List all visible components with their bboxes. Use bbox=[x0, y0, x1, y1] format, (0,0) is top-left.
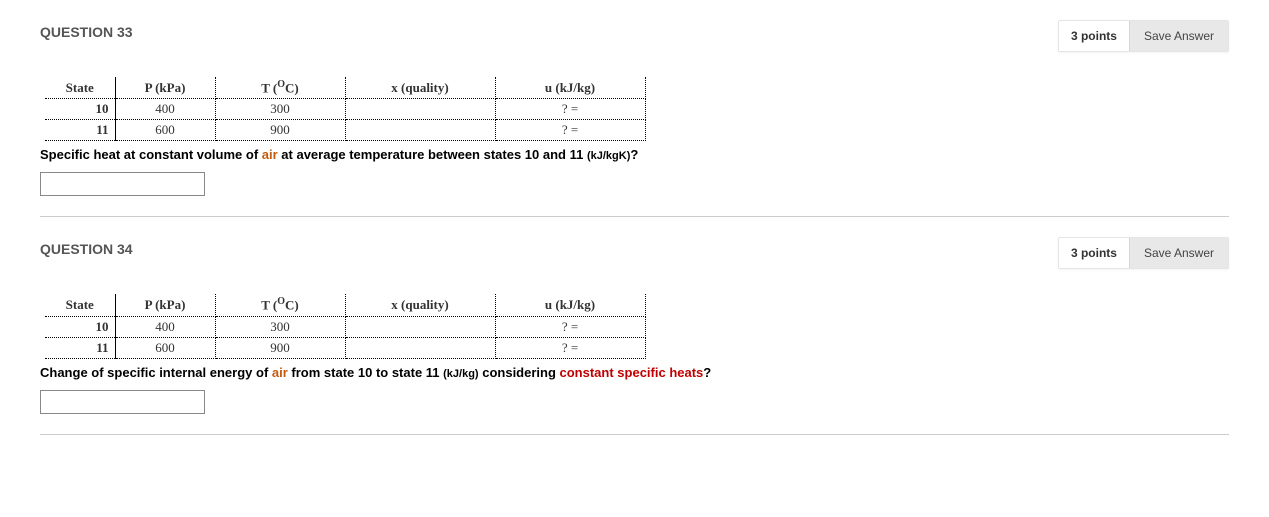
cell-u: ? = bbox=[495, 120, 645, 141]
question-34: QUESTION 34 3 points Save Answer State P… bbox=[40, 237, 1229, 434]
th-u: u (kJ/kg) bbox=[495, 294, 645, 316]
cell-u: ? = bbox=[495, 99, 645, 120]
cell-t: 300 bbox=[215, 99, 345, 120]
th-state: State bbox=[45, 294, 115, 316]
points-label: 3 points bbox=[1059, 238, 1129, 268]
th-t-post: C) bbox=[285, 298, 299, 313]
cell-p: 400 bbox=[115, 99, 215, 120]
question-number: QUESTION 33 bbox=[40, 20, 1058, 40]
cell-state: 11 bbox=[45, 337, 115, 358]
prompt-accent-csh: constant specific heats bbox=[560, 365, 704, 380]
th-t-pre: T ( bbox=[261, 298, 277, 313]
cell-t: 300 bbox=[215, 316, 345, 337]
question-header: QUESTION 33 3 points Save Answer bbox=[40, 20, 1229, 52]
prompt-part: Change of specific internal energy of bbox=[40, 365, 272, 380]
save-answer-button[interactable]: Save Answer bbox=[1129, 21, 1228, 51]
cell-t: 900 bbox=[215, 337, 345, 358]
cell-t: 900 bbox=[215, 120, 345, 141]
points-box: 3 points Save Answer bbox=[1058, 237, 1229, 269]
prompt-unit: (kJ/kg) bbox=[443, 368, 478, 380]
question-33: QUESTION 33 3 points Save Answer State P… bbox=[40, 20, 1229, 217]
answer-input[interactable] bbox=[40, 172, 205, 196]
cell-state: 11 bbox=[45, 120, 115, 141]
th-u: u (kJ/kg) bbox=[495, 77, 645, 99]
prompt-text: Change of specific internal energy of ai… bbox=[40, 365, 1229, 380]
save-answer-button[interactable]: Save Answer bbox=[1129, 238, 1228, 268]
cell-x bbox=[345, 337, 495, 358]
table-row: 11 600 900 ? = bbox=[45, 120, 645, 141]
table-row: 11 600 900 ? = bbox=[45, 337, 645, 358]
answer-input[interactable] bbox=[40, 390, 205, 414]
prompt-unit: (kJ/kgK) bbox=[587, 150, 630, 162]
cell-u: ? = bbox=[495, 337, 645, 358]
th-t-sup: O bbox=[277, 296, 285, 307]
prompt-accent-air: air bbox=[262, 147, 278, 162]
question-body: State P (kPa) T (OC) x (quality) u (kJ/k… bbox=[40, 294, 1229, 413]
cell-state: 10 bbox=[45, 99, 115, 120]
state-table: State P (kPa) T (OC) x (quality) u (kJ/k… bbox=[45, 294, 646, 358]
prompt-part: considering bbox=[479, 365, 560, 380]
question-body: State P (kPa) T (OC) x (quality) u (kJ/k… bbox=[40, 77, 1229, 196]
cell-x bbox=[345, 120, 495, 141]
th-t-sup: O bbox=[277, 79, 285, 90]
cell-p: 600 bbox=[115, 120, 215, 141]
cell-x bbox=[345, 316, 495, 337]
points-label: 3 points bbox=[1059, 21, 1129, 51]
th-t: T (OC) bbox=[215, 294, 345, 316]
th-t-pre: T ( bbox=[261, 80, 277, 95]
prompt-part: from state 10 to state 11 bbox=[288, 365, 443, 380]
points-box: 3 points Save Answer bbox=[1058, 20, 1229, 52]
th-t-post: C) bbox=[285, 80, 299, 95]
state-table: State P (kPa) T (OC) x (quality) u (kJ/k… bbox=[45, 77, 646, 141]
cell-p: 400 bbox=[115, 316, 215, 337]
question-header: QUESTION 34 3 points Save Answer bbox=[40, 237, 1229, 269]
prompt-text: Specific heat at constant volume of air … bbox=[40, 147, 1229, 162]
cell-x bbox=[345, 99, 495, 120]
cell-p: 600 bbox=[115, 337, 215, 358]
th-p: P (kPa) bbox=[115, 77, 215, 99]
prompt-part: at average temperature between states 10… bbox=[278, 147, 587, 162]
prompt-part: ? bbox=[630, 147, 638, 162]
th-state: State bbox=[45, 77, 115, 99]
prompt-part: Specific heat at constant volume of bbox=[40, 147, 262, 162]
question-number: QUESTION 34 bbox=[40, 237, 1058, 257]
prompt-part: ? bbox=[703, 365, 711, 380]
cell-u: ? = bbox=[495, 316, 645, 337]
table-row: 10 400 300 ? = bbox=[45, 316, 645, 337]
table-row: 10 400 300 ? = bbox=[45, 99, 645, 120]
cell-state: 10 bbox=[45, 316, 115, 337]
th-x: x (quality) bbox=[345, 77, 495, 99]
th-t: T (OC) bbox=[215, 77, 345, 99]
prompt-accent-air: air bbox=[272, 365, 288, 380]
th-p: P (kPa) bbox=[115, 294, 215, 316]
th-x: x (quality) bbox=[345, 294, 495, 316]
